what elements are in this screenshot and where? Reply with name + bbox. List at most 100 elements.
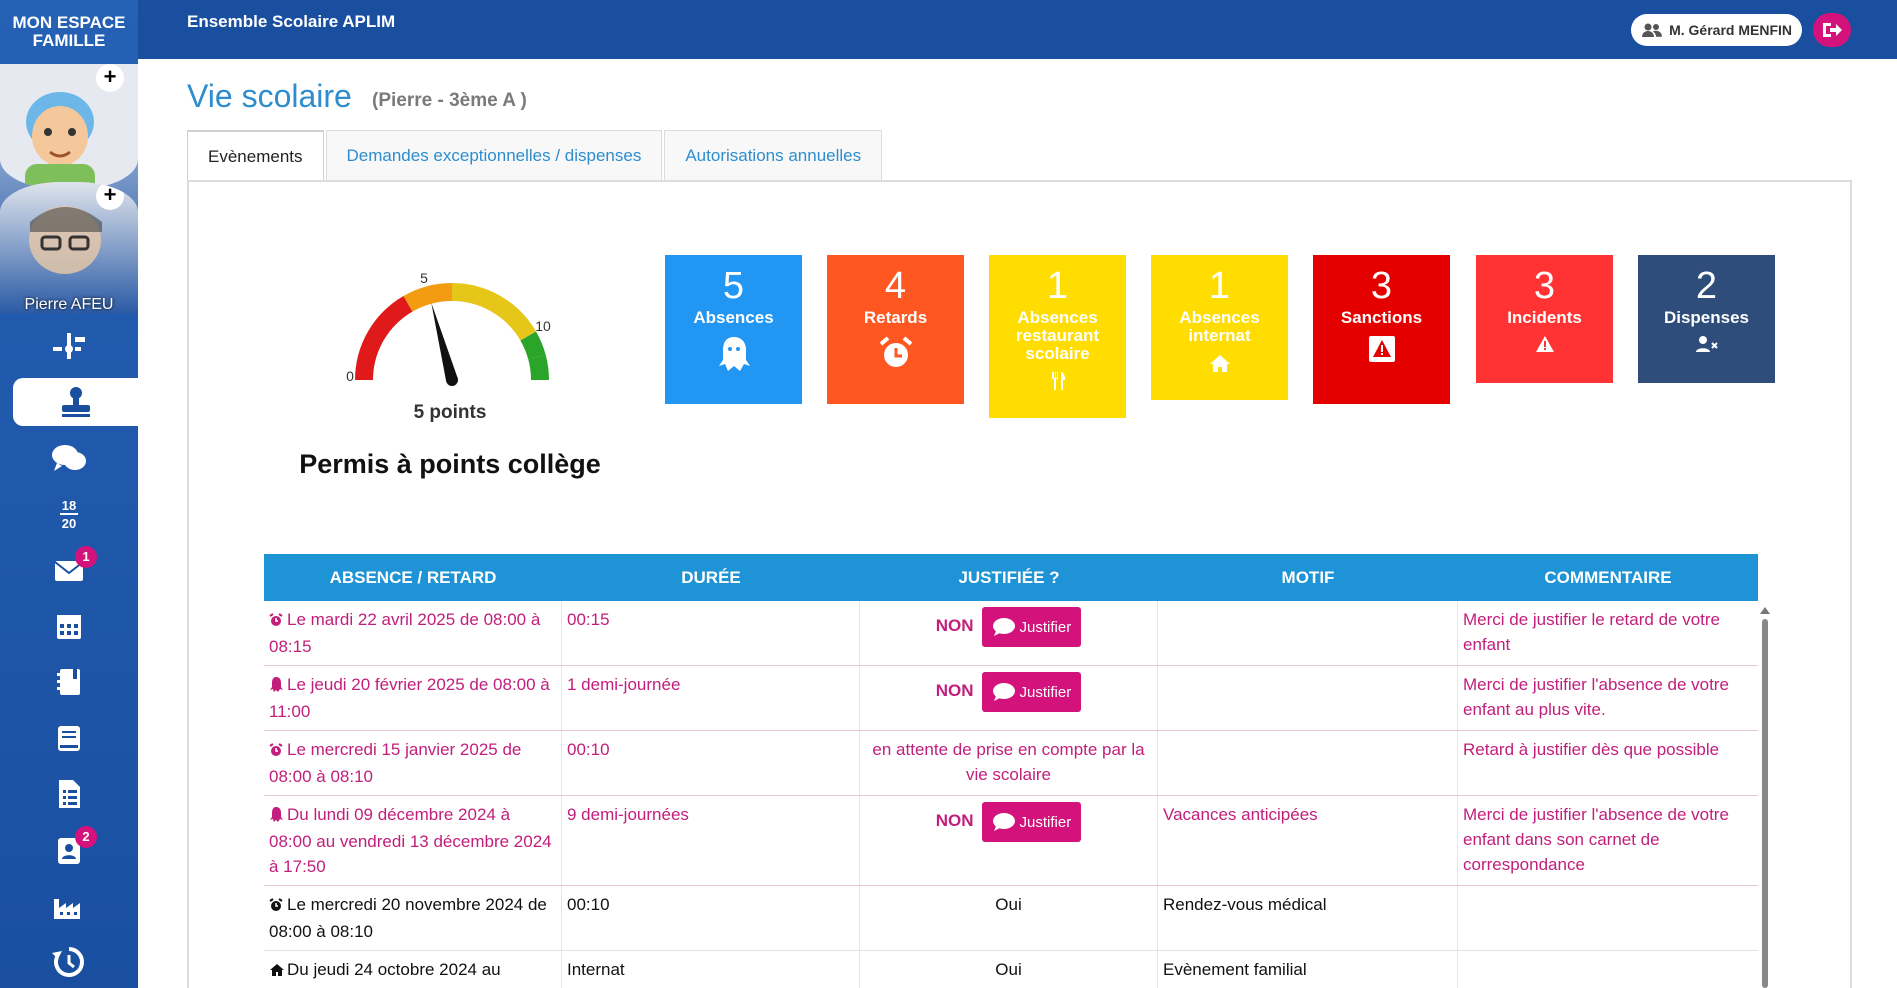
- tile-sanctions-count: 3: [1370, 265, 1393, 307]
- tile-retards[interactable]: 4 Retards: [827, 255, 964, 404]
- svg-text:20: 20: [62, 516, 76, 531]
- motif-cell: [1158, 601, 1458, 665]
- tile-incidents-count: 3: [1533, 265, 1556, 307]
- tile-retards-label: Retards: [863, 308, 928, 327]
- event-text: Le mercredi 20 novembre 2024 de 08:00 à …: [269, 895, 547, 941]
- gauge-hub: [446, 374, 458, 386]
- table-row: Du lundi 09 décembre 2024 à 08:00 au ven…: [264, 796, 1758, 886]
- sidebar-item-grades[interactable]: 18 20: [0, 486, 138, 542]
- events-table-body: Le mardi 22 avril 2025 de 08:00 à 08:15 …: [264, 601, 1758, 988]
- svg-text:18: 18: [62, 498, 76, 513]
- ghost-icon: [665, 335, 802, 373]
- school-name: Ensemble Scolaire APLIM: [187, 12, 396, 31]
- gauge-needle-shape: [431, 302, 458, 382]
- motif-cell: [1158, 666, 1458, 730]
- sidebar-item-vie-scolaire[interactable]: [13, 378, 138, 426]
- alarm-clock-icon: [827, 335, 964, 371]
- event-text: Du jeudi 24 octobre 2024 au vendredi 25 …: [269, 960, 501, 988]
- tile-absences-internat[interactable]: 1 Absences internat: [1151, 255, 1288, 400]
- sidebar-item-messages[interactable]: [0, 430, 138, 486]
- tile-absences[interactable]: 5 Absences: [665, 255, 802, 404]
- tile-absences-label: Absences: [693, 308, 774, 327]
- tile-absences-count: 5: [722, 265, 745, 307]
- justify-button[interactable]: Justifier: [981, 802, 1082, 842]
- parent-avatar[interactable]: +: [0, 64, 138, 189]
- gauge-segment: [520, 331, 546, 360]
- factory-icon: [54, 899, 80, 919]
- events-table-header: ABSENCE / RETARD DURÉE JUSTIFIÉE ? MOTIF…: [264, 554, 1758, 601]
- tile-incidents[interactable]: 3 Incidents: [1476, 255, 1613, 383]
- book-icon: [58, 726, 80, 751]
- notebook-icon: [57, 669, 80, 695]
- table-scrollbar[interactable]: [1759, 607, 1771, 988]
- home-icon: [269, 959, 287, 984]
- tab-autorisations-annuelles[interactable]: Autorisations annuelles: [664, 130, 883, 181]
- document-list-icon: [59, 780, 80, 808]
- alarm-icon: [269, 894, 287, 919]
- duration-cell: 00:15: [562, 601, 860, 665]
- table-row: Le mardi 22 avril 2025 de 08:00 à 08:15 …: [264, 601, 1758, 666]
- duration-cell: 9 demi-journées: [562, 796, 860, 885]
- logout-button[interactable]: [1813, 13, 1851, 47]
- sidebar-item-mail[interactable]: 1: [0, 542, 138, 598]
- history-icon: [52, 947, 84, 977]
- stamp-icon: [61, 387, 90, 417]
- sidebar-item-notebook[interactable]: [0, 654, 138, 710]
- grades-icon: 18 20: [60, 498, 78, 531]
- add-child-icon[interactable]: +: [96, 182, 124, 210]
- tile-internat-label: Absences internat: [1179, 308, 1260, 345]
- event-text: Le jeudi 20 février 2025 de 08:00 à 11:0…: [269, 675, 550, 721]
- tile-absences-restaurant[interactable]: 1 Absences restaurant scolaire: [989, 255, 1126, 418]
- tab-evenements[interactable]: Evènements: [187, 130, 324, 181]
- motif-cell: Evènement familial: [1158, 951, 1458, 988]
- gauge-mid-label: 5: [420, 270, 428, 286]
- duration-cell: 00:10: [562, 886, 860, 950]
- sidebar-item-calendar[interactable]: [0, 598, 138, 654]
- justified-status: Oui: [860, 951, 1158, 988]
- alarm-icon: [269, 739, 287, 764]
- comment-cell: Merci de justifier le retard de votre en…: [1463, 610, 1720, 654]
- add-parent-icon[interactable]: +: [96, 64, 124, 92]
- col-absence-retard: ABSENCE / RETARD: [329, 567, 497, 587]
- gauge-title: Permis à points collège: [299, 449, 601, 479]
- speech-bubble-icon: [992, 618, 1015, 636]
- tile-sanctions[interactable]: 3 Sanctions: [1313, 255, 1450, 404]
- gauge-segment: [355, 295, 413, 381]
- sidebar-item-internships[interactable]: [0, 878, 138, 934]
- sidebar-item-contacts[interactable]: 2: [0, 822, 138, 878]
- points-gauge: 0 5 10: [346, 270, 551, 386]
- chat-bubbles-icon: [52, 445, 86, 471]
- child-avatar[interactable]: +: [0, 182, 138, 314]
- sidebar-item-book[interactable]: [0, 710, 138, 766]
- tile-sanctions-label: Sanctions: [1340, 308, 1423, 327]
- gauge-needle: [431, 302, 458, 386]
- sidebar-title: MON ESPACE FAMILLE: [12, 13, 126, 50]
- gauge-max-label: 10: [535, 318, 551, 334]
- motif-cell: Rendez-vous médical: [1158, 886, 1458, 950]
- col-justifiee: JUSTIFIÉE ?: [958, 567, 1060, 587]
- event-text: Le mardi 22 avril 2025 de 08:00 à 08:15: [269, 610, 541, 656]
- sidebar-item-documents[interactable]: [0, 766, 138, 822]
- justify-button[interactable]: Justifier: [981, 607, 1082, 647]
- justified-status: NON: [935, 681, 974, 700]
- tile-dispenses[interactable]: 2 Dispenses: [1638, 255, 1775, 383]
- sidebar-item-timeline[interactable]: [0, 318, 138, 374]
- duration-cell: 1 demi-journée: [562, 666, 860, 730]
- sidebar-nav: 18 20 1 2: [0, 318, 138, 988]
- tab-demandes-exceptionnelles[interactable]: Demandes exceptionnelles / dispenses: [325, 130, 663, 181]
- gauge-points-label: 5 points: [413, 402, 487, 423]
- sidebar-item-history[interactable]: [0, 934, 138, 988]
- justified-status: NON: [935, 811, 974, 830]
- event-text: Le mercredi 15 janvier 2025 de 08:00 à 0…: [269, 740, 522, 786]
- tile-dispenses-count: 2: [1695, 265, 1718, 307]
- users-icon: [1642, 23, 1663, 37]
- tile-retards-count: 4: [884, 265, 907, 307]
- col-commentaire: COMMENTAIRE: [1544, 567, 1672, 587]
- tile-restaurant-count: 1: [1046, 265, 1069, 307]
- user-account-button[interactable]: M. Gérard MENFIN: [1631, 14, 1802, 46]
- justified-status: Oui: [860, 886, 1158, 950]
- gauge-segment: [403, 283, 453, 312]
- comment-cell: [1458, 886, 1758, 950]
- justify-button[interactable]: Justifier: [981, 672, 1082, 712]
- justified-status: NON: [935, 616, 974, 635]
